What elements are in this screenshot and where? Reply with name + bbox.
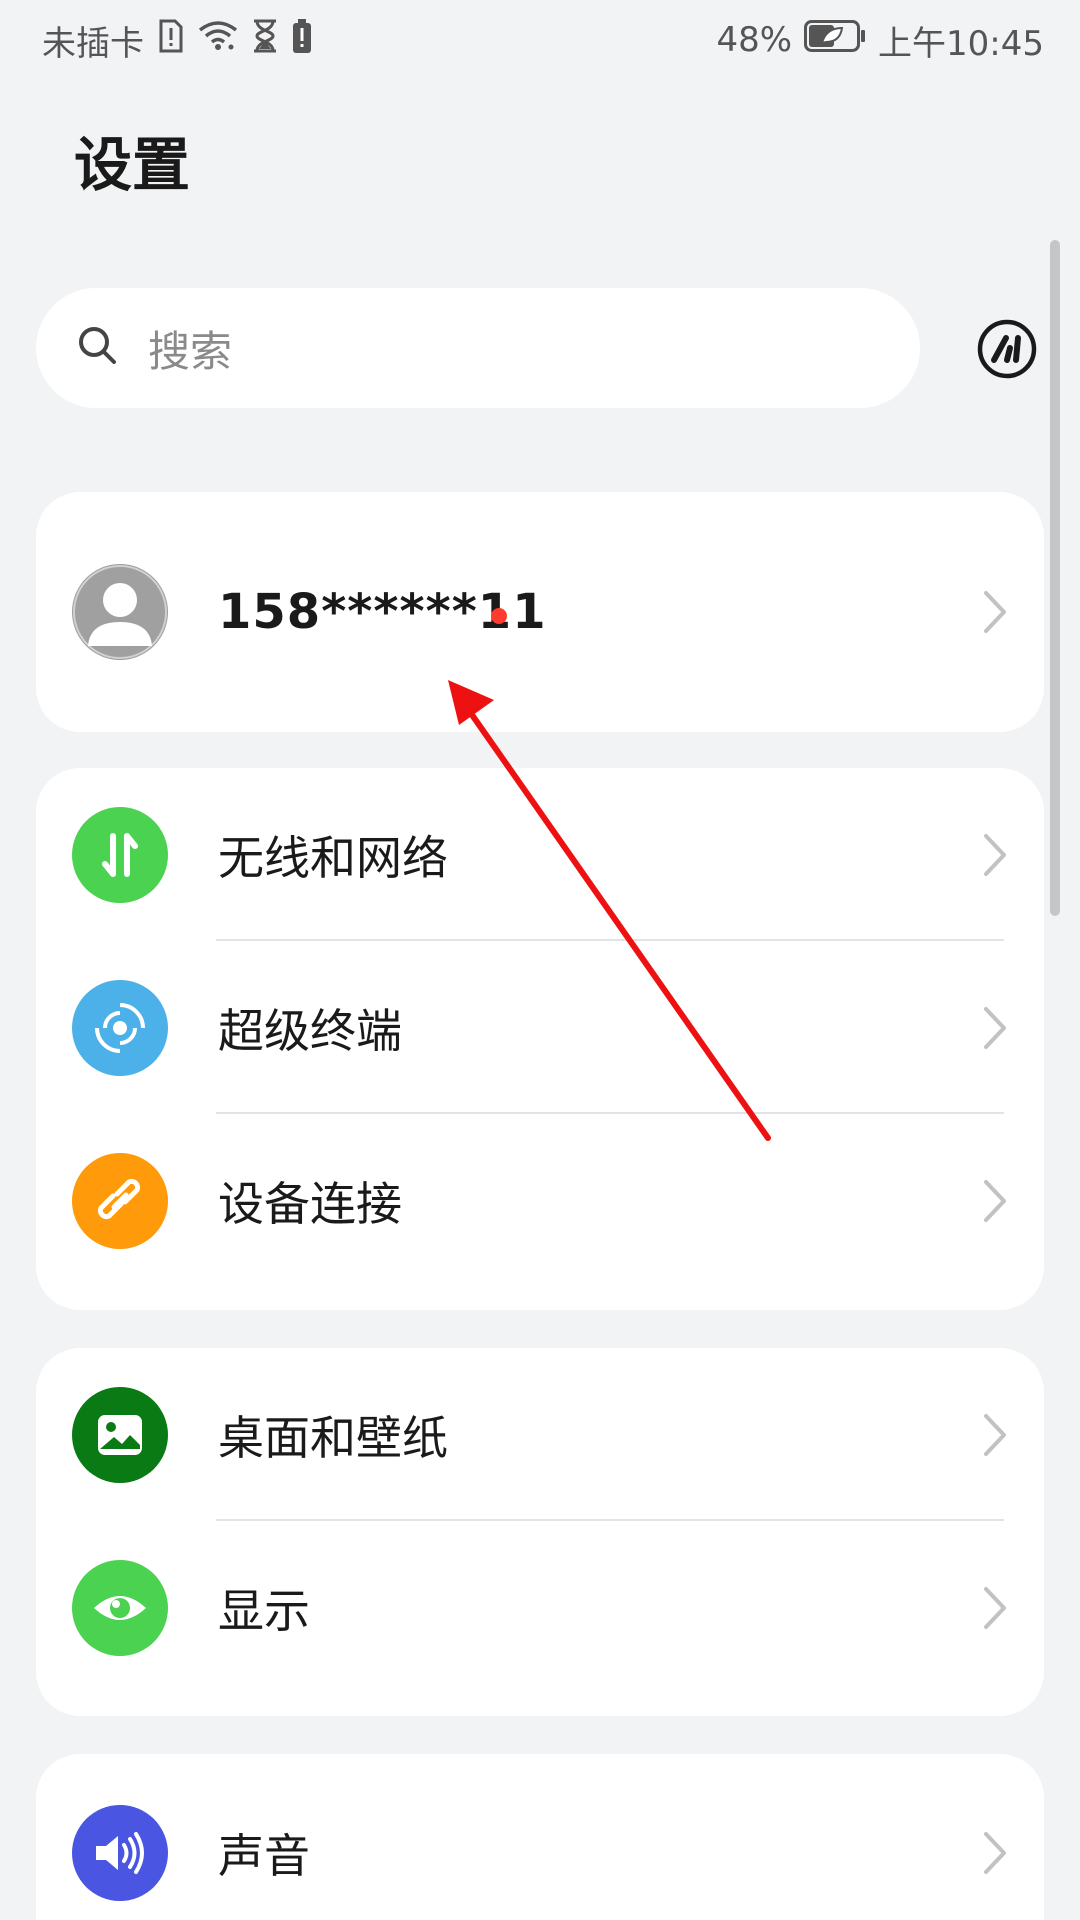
chevron-right-icon (984, 833, 1006, 876)
settings-item-label: 显示 (218, 1583, 310, 1638)
chevron-right-icon (984, 1832, 1006, 1874)
status-bar: 未插卡 48% 上午10:45 (0, 0, 1080, 80)
settings-item-device-connection[interactable]: 设备连接 (36, 1114, 1044, 1287)
settings-group-sound: 声音 (36, 1754, 1044, 1920)
settings-item-home-wallpaper[interactable]: 桌面和壁纸 (36, 1348, 1044, 1521)
wireless-network-icon (72, 806, 168, 903)
account-row[interactable]: 158******11 (36, 492, 1044, 732)
settings-item-label: 超级终端 (218, 1003, 402, 1058)
search-placeholder: 搜索 (148, 326, 233, 376)
wifi-icon (198, 20, 238, 61)
page-title: 设置 (74, 131, 191, 199)
avatar (72, 564, 168, 660)
search-icon (76, 324, 120, 372)
account-card[interactable]: 158******11 (36, 492, 1044, 732)
settings-item-sound[interactable]: 声音 (36, 1754, 1044, 1920)
chevron-right-icon (984, 1413, 1006, 1456)
settings-item-label: 设备连接 (218, 1176, 402, 1231)
carrier-text: 未插卡 (42, 23, 144, 64)
chevron-right-icon (984, 1586, 1006, 1629)
settings-group-personalization: 桌面和壁纸 显示 (36, 1348, 1044, 1716)
eye-icon (72, 1559, 168, 1656)
status-left: 未插卡 (42, 16, 312, 65)
clock-text: 上午10:45 (878, 23, 1044, 64)
battery-percent: 48% (716, 20, 793, 60)
link-icon (72, 1152, 168, 1249)
settings-screen: 未插卡 48% 上午10:45 设置 搜索 158******11 无线和网络 … (0, 0, 1080, 1920)
hourglass-icon (252, 19, 278, 62)
wallpaper-icon (72, 1386, 168, 1483)
notification-dot (491, 608, 507, 624)
chevron-right-icon (984, 1179, 1006, 1222)
ai-assistant-button[interactable] (976, 318, 1038, 380)
speaker-icon (72, 1805, 168, 1901)
battery-saver-icon (804, 19, 866, 61)
sim-alert-icon (158, 19, 184, 62)
super-device-icon (72, 979, 168, 1076)
settings-item-label: 声音 (218, 1829, 310, 1883)
chevron-right-icon (984, 591, 1006, 633)
settings-item-wireless-network[interactable]: 无线和网络 (36, 768, 1044, 941)
settings-item-super-device[interactable]: 超级终端 (36, 941, 1044, 1114)
status-right: 48% 上午10:45 (716, 16, 1044, 65)
default-avatar-icon (73, 565, 167, 659)
search-input[interactable]: 搜索 (36, 288, 920, 408)
settings-group-connectivity: 无线和网络 超级终端 设备连接 (36, 768, 1044, 1310)
scrollbar[interactable] (1050, 240, 1060, 916)
settings-item-label: 无线和网络 (218, 830, 448, 885)
settings-item-display[interactable]: 显示 (36, 1521, 1044, 1694)
ai-assistant-icon (977, 319, 1037, 379)
chevron-right-icon (984, 1006, 1006, 1049)
settings-item-label: 桌面和壁纸 (218, 1410, 448, 1465)
battery-alert-icon (292, 18, 312, 62)
